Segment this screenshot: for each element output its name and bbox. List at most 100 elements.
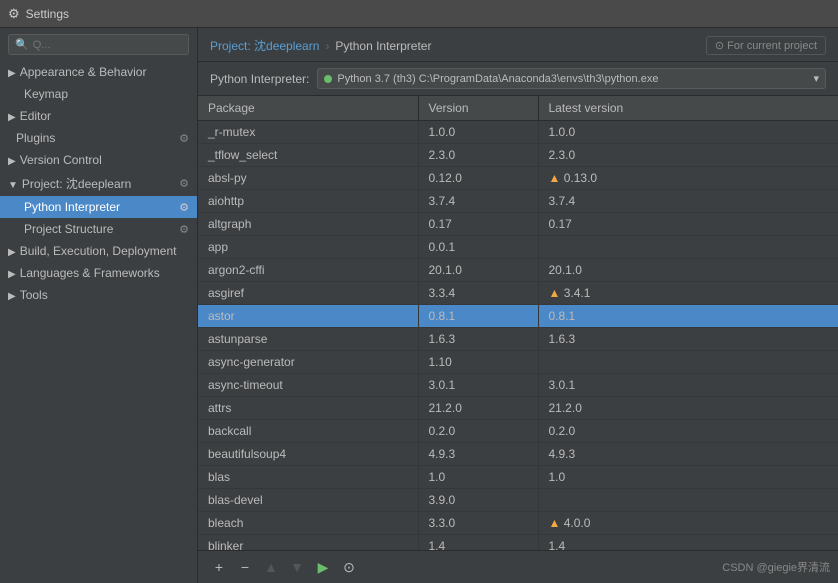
cell-version: 3.7.4: [418, 190, 538, 213]
interpreter-label: Python Interpreter:: [210, 72, 309, 86]
sidebar-item-tools[interactable]: ▶Tools: [0, 284, 197, 306]
run-button[interactable]: ▶: [312, 556, 334, 578]
table-row[interactable]: aiohttp3.7.43.7.4: [198, 190, 838, 213]
sidebar-item-keymap-label: Keymap: [24, 87, 68, 101]
main-content: 🔍 ▶Appearance & Behavior Keymap ▶Editor …: [0, 28, 838, 583]
col-header-latest: Latest version: [538, 96, 838, 121]
cell-version: 0.0.1: [418, 236, 538, 259]
sidebar-item-project[interactable]: ▼Project: 沈deeplearn ⚙: [0, 171, 197, 196]
table-row[interactable]: altgraph0.170.17: [198, 213, 838, 236]
packages-table-container[interactable]: Package Version Latest version _r-mutex1…: [198, 96, 838, 550]
table-row[interactable]: attrs21.2.021.2.0: [198, 397, 838, 420]
search-icon: 🔍: [15, 38, 29, 51]
cell-version: 20.1.0: [418, 259, 538, 282]
cell-latest: [538, 489, 838, 512]
cell-latest: 1.4: [538, 535, 838, 551]
cell-version: 3.9.0: [418, 489, 538, 512]
interpreter-select[interactable]: Python 3.7 (th3) C:\ProgramData\Anaconda…: [317, 68, 826, 89]
table-header-row: Package Version Latest version: [198, 96, 838, 121]
sidebar-item-python-interpreter[interactable]: Python Interpreter ⚙: [0, 196, 197, 218]
sidebar-item-plugins-label: Plugins: [16, 131, 55, 145]
sidebar-item-editor[interactable]: ▶Editor: [0, 105, 197, 127]
gear-icon-plugins: ⚙: [179, 132, 189, 145]
breadcrumb-project[interactable]: Project: 沈deeplearn: [210, 37, 319, 54]
table-row[interactable]: asgiref3.3.4▲ 3.4.1: [198, 282, 838, 305]
chevron-down-icon-select: ▾: [813, 72, 819, 85]
table-row[interactable]: beautifulsoup44.9.34.9.3: [198, 443, 838, 466]
sidebar-item-languages[interactable]: ▶Languages & Frameworks: [0, 262, 197, 284]
cell-package: astunparse: [198, 328, 418, 351]
sidebar-item-project-label: Project: 沈deeplearn: [22, 177, 131, 191]
sidebar-item-plugins[interactable]: Plugins ⚙: [0, 127, 197, 149]
cell-version: 0.8.1: [418, 305, 538, 328]
sidebar-item-keymap[interactable]: Keymap: [0, 83, 197, 105]
chevron-down-icon: ▼: [8, 180, 18, 191]
sidebar-item-appearance-label: Appearance & Behavior: [20, 65, 147, 79]
move-up-button[interactable]: ▲: [260, 556, 282, 578]
cell-latest: 4.9.3: [538, 443, 838, 466]
add-package-button[interactable]: +: [208, 556, 230, 578]
cell-latest: 20.1.0: [538, 259, 838, 282]
cell-package: attrs: [198, 397, 418, 420]
remove-package-button[interactable]: −: [234, 556, 256, 578]
cell-package: beautifulsoup4: [198, 443, 418, 466]
cell-package: blinker: [198, 535, 418, 551]
sidebar-item-version-control[interactable]: ▶Version Control: [0, 149, 197, 171]
cell-version: 0.12.0: [418, 167, 538, 190]
chevron-right-icon-5: ▶: [8, 269, 16, 280]
cell-version: 2.3.0: [418, 144, 538, 167]
sidebar-search-container[interactable]: 🔍: [8, 34, 189, 55]
table-row[interactable]: argon2-cffi20.1.020.1.0: [198, 259, 838, 282]
chevron-right-icon: ▶: [8, 68, 16, 79]
chevron-right-icon-4: ▶: [8, 247, 16, 258]
table-row[interactable]: bleach3.3.0▲ 4.0.0: [198, 512, 838, 535]
table-row[interactable]: blas-devel3.9.0: [198, 489, 838, 512]
interpreter-row: Python Interpreter: Python 3.7 (th3) C:\…: [198, 62, 838, 96]
cell-latest: ▲ 0.13.0: [538, 167, 838, 190]
chevron-right-icon-2: ▶: [8, 112, 16, 123]
cell-package: asgiref: [198, 282, 418, 305]
table-row[interactable]: astunparse1.6.31.6.3: [198, 328, 838, 351]
cell-package: async-generator: [198, 351, 418, 374]
right-panel: Project: 沈deeplearn › Python Interpreter…: [198, 28, 838, 583]
cell-package: altgraph: [198, 213, 418, 236]
settings-toolbar-button[interactable]: ⊙: [338, 556, 360, 578]
breadcrumb-separator: ›: [325, 39, 329, 53]
for-current-project-button[interactable]: ⊙ For current project: [706, 36, 826, 55]
breadcrumb: Project: 沈deeplearn › Python Interpreter…: [198, 28, 838, 62]
watermark: CSDN @giegie界清流: [722, 559, 830, 575]
cell-latest: [538, 236, 838, 259]
packages-table: Package Version Latest version _r-mutex1…: [198, 96, 838, 550]
table-row[interactable]: _tflow_select2.3.02.3.0: [198, 144, 838, 167]
interpreter-select-left: Python 3.7 (th3) C:\ProgramData\Anaconda…: [324, 73, 658, 85]
sidebar-item-appearance[interactable]: ▶ Appearance & Behavior: [0, 61, 197, 83]
packages-tbody: _r-mutex1.0.01.0.0_tflow_select2.3.02.3.…: [198, 121, 838, 551]
cell-latest: 2.3.0: [538, 144, 838, 167]
cell-version: 3.0.1: [418, 374, 538, 397]
cell-version: 1.10: [418, 351, 538, 374]
table-row[interactable]: blas1.01.0: [198, 466, 838, 489]
cell-latest: 1.0.0: [538, 121, 838, 144]
cell-version: 1.4: [418, 535, 538, 551]
table-row[interactable]: blinker1.41.4: [198, 535, 838, 551]
cell-latest: 21.2.0: [538, 397, 838, 420]
search-input[interactable]: [33, 39, 182, 51]
cell-version: 4.9.3: [418, 443, 538, 466]
cell-version: 0.2.0: [418, 420, 538, 443]
table-row[interactable]: async-generator1.10: [198, 351, 838, 374]
cell-package: aiohttp: [198, 190, 418, 213]
move-down-button[interactable]: ▼: [286, 556, 308, 578]
cell-version: 3.3.0: [418, 512, 538, 535]
table-row[interactable]: app0.0.1: [198, 236, 838, 259]
sidebar-item-build-exec[interactable]: ▶Build, Execution, Deployment: [0, 240, 197, 262]
settings-window: ⚙ Settings 🔍 ▶Appearance & Behavior Keym…: [0, 0, 838, 583]
sidebar: 🔍 ▶Appearance & Behavior Keymap ▶Editor …: [0, 28, 198, 583]
sidebar-item-project-structure[interactable]: Project Structure ⚙: [0, 218, 197, 240]
cell-package: bleach: [198, 512, 418, 535]
table-row[interactable]: async-timeout3.0.13.0.1: [198, 374, 838, 397]
table-row[interactable]: _r-mutex1.0.01.0.0: [198, 121, 838, 144]
table-row[interactable]: astor0.8.10.8.1: [198, 305, 838, 328]
table-row[interactable]: absl-py0.12.0▲ 0.13.0: [198, 167, 838, 190]
cell-latest: ▲ 3.4.1: [538, 282, 838, 305]
table-row[interactable]: backcall0.2.00.2.0: [198, 420, 838, 443]
